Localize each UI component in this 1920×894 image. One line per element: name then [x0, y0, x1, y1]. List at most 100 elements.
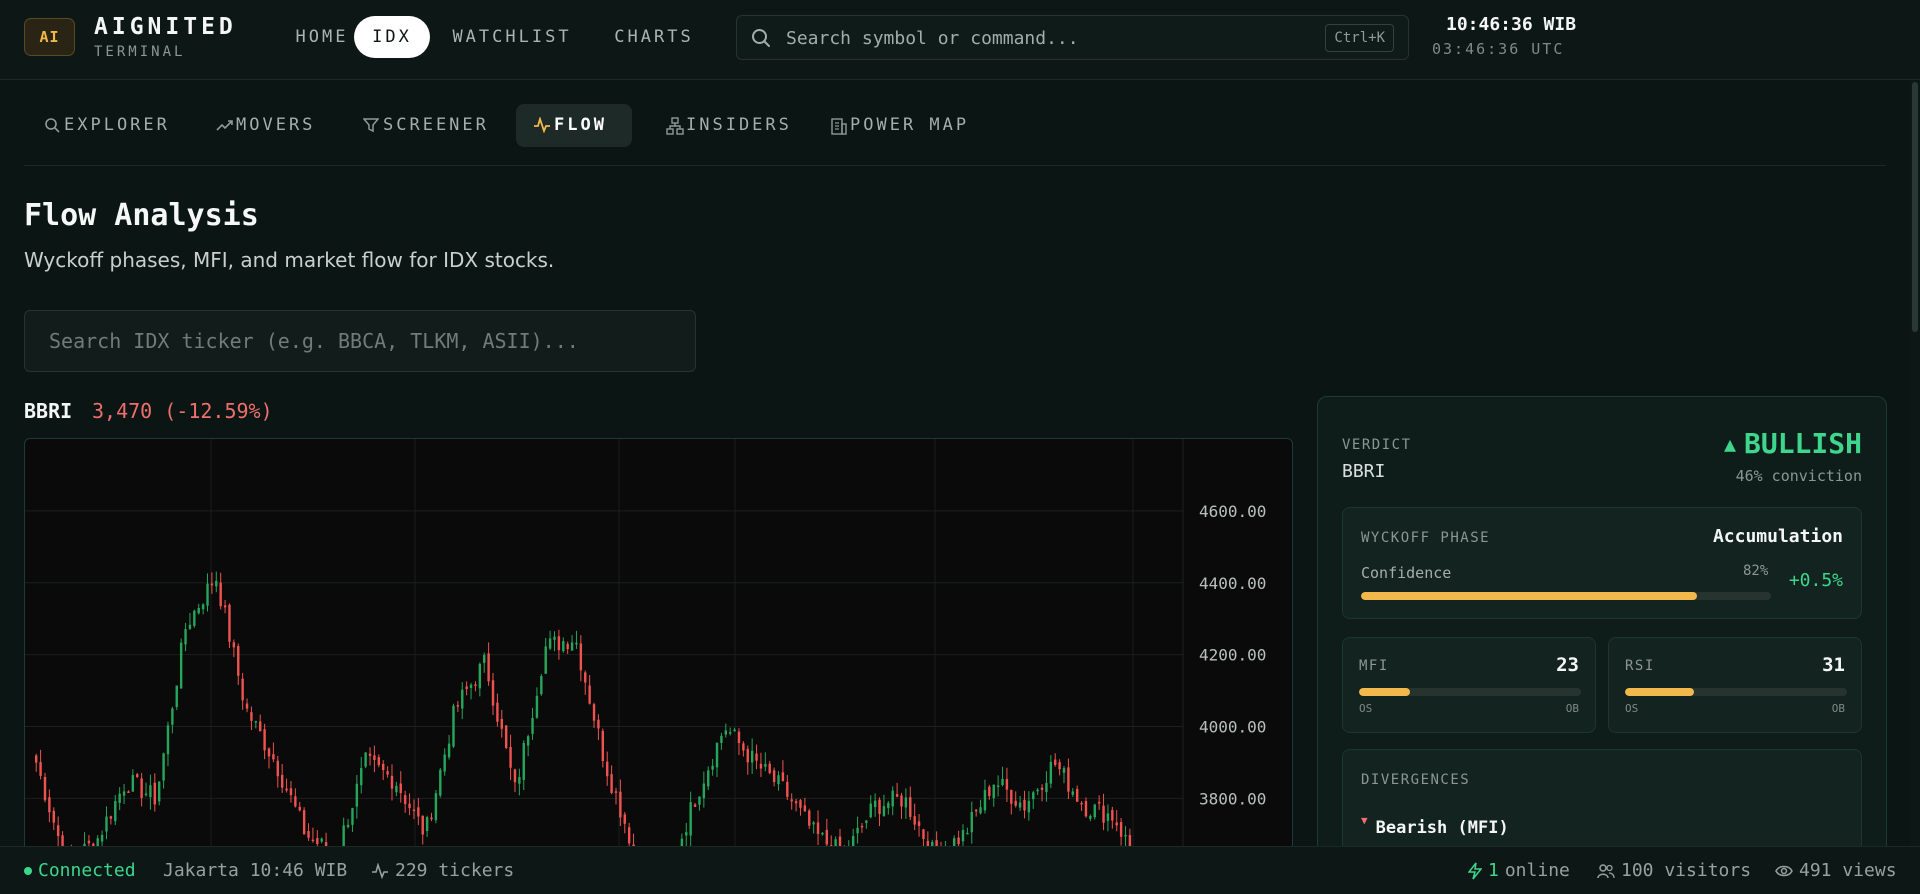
- scrollbar-thumb[interactable]: [1912, 82, 1918, 332]
- candle-body: [909, 797, 912, 817]
- candle-body: [772, 770, 776, 782]
- candle-body: [434, 793, 438, 821]
- tab-screener[interactable]: SCREENER: [363, 104, 503, 147]
- tab-insiders[interactable]: INSIDERS: [666, 104, 796, 147]
- candle-body: [153, 782, 157, 805]
- y-tick-label: 3800.00: [1199, 789, 1266, 808]
- candle-body: [1023, 799, 1026, 811]
- tab-explorer[interactable]: EXPLORER: [44, 104, 184, 147]
- mfi-low-label: OS: [1359, 702, 1373, 715]
- candle-body: [759, 763, 763, 769]
- candle-body: [219, 582, 222, 607]
- candle-body: [316, 838, 319, 845]
- tab-power-map[interactable]: POWER MAP: [830, 104, 980, 147]
- candle-body: [360, 768, 363, 786]
- candle-body: [447, 743, 451, 758]
- candle-body: [966, 832, 969, 835]
- candle-body: [298, 806, 301, 811]
- view-count-text: 491 views: [1799, 860, 1897, 881]
- candle-body: [996, 785, 1000, 787]
- visitor-count: 100 visitors: [1597, 860, 1751, 881]
- candle-body: [1049, 761, 1053, 784]
- candle-body: [276, 760, 279, 777]
- candle-body: [390, 775, 394, 789]
- candle-body: [1084, 801, 1088, 817]
- online-count-label: online: [1504, 860, 1570, 881]
- logo-title[interactable]: AIGNITED: [94, 14, 237, 40]
- candle-body: [821, 832, 824, 835]
- nav-watchlist[interactable]: WATCHLIST: [452, 16, 572, 58]
- candle-body: [408, 803, 411, 809]
- candle-body: [311, 839, 315, 842]
- candle-body: [223, 605, 227, 608]
- candle-body: [1010, 789, 1013, 804]
- candle-body: [417, 807, 420, 817]
- candle-body: [610, 774, 613, 793]
- candle-body: [540, 676, 543, 695]
- candle-body: [1032, 792, 1035, 800]
- candle-body: [518, 777, 521, 784]
- candle-body: [250, 712, 253, 721]
- candle-body: [606, 761, 609, 777]
- candle-body: [504, 725, 508, 748]
- candle-body: [1054, 759, 1057, 766]
- candle-body: [215, 580, 218, 587]
- candlestick-chart[interactable]: 4600.004400.004200.004000.003800.003600.…: [25, 439, 1293, 894]
- candle-body: [443, 754, 446, 772]
- mfi-label: MFI: [1359, 658, 1389, 674]
- candle-body: [1036, 789, 1039, 792]
- candle-body: [1075, 788, 1079, 802]
- candle-body: [162, 753, 165, 781]
- candle-body: [1027, 800, 1031, 813]
- confidence-value: 82%: [1743, 563, 1769, 579]
- candle-body: [794, 801, 798, 804]
- candle-body: [1119, 822, 1123, 837]
- trending-up-icon: [216, 120, 233, 131]
- candle-body: [614, 791, 618, 793]
- candle-body: [970, 811, 973, 833]
- page-scrollbar[interactable]: [1910, 80, 1920, 846]
- verdict-symbol: BBRI: [1342, 461, 1386, 482]
- nav-charts[interactable]: CHARTS: [612, 16, 696, 58]
- candle-body: [860, 825, 864, 828]
- rsi-label: RSI: [1625, 658, 1655, 674]
- candle-body: [166, 725, 170, 755]
- y-tick-label: 4000.00: [1199, 718, 1266, 737]
- candle-body: [118, 793, 121, 803]
- nav-idx[interactable]: IDX: [354, 16, 430, 58]
- candle-body: [957, 837, 960, 845]
- candle-body: [557, 636, 561, 651]
- tab-flow[interactable]: FLOW: [516, 104, 632, 147]
- logo-badge[interactable]: AI: [24, 18, 75, 56]
- candle-body: [513, 769, 517, 783]
- candle-body: [1093, 804, 1096, 818]
- ticker-search-input[interactable]: [24, 310, 696, 372]
- nav-home[interactable]: HOME: [278, 16, 366, 58]
- candle-body: [465, 686, 468, 689]
- candle-body: [702, 783, 706, 799]
- clock-local: 10:46:36 WIB: [1446, 14, 1577, 35]
- mfi-card: MFI 23 OS OB: [1342, 637, 1596, 733]
- price-chart[interactable]: 4600.004400.004200.004000.003800.003600.…: [24, 438, 1293, 894]
- candle-body: [922, 829, 925, 839]
- candle-body: [777, 775, 780, 785]
- rsi-low-label: OS: [1625, 702, 1639, 715]
- candle-body: [711, 765, 714, 770]
- command-search[interactable]: Search symbol or command... Ctrl+K: [736, 15, 1409, 60]
- candle-body: [961, 830, 965, 842]
- tab-insiders-label: INSIDERS: [686, 115, 792, 135]
- divergence-item: ▼ Bearish (MFI): [1361, 812, 1509, 838]
- candle-body: [1124, 834, 1127, 837]
- tab-movers[interactable]: MOVERS: [216, 104, 336, 147]
- candle-body: [157, 781, 161, 802]
- candle-body: [1097, 801, 1101, 804]
- page-subtitle: Wyckoff phases, MFI, and market flow for…: [24, 248, 555, 272]
- candle-body: [193, 610, 196, 626]
- candle-body: [895, 794, 899, 797]
- candle-body: [579, 643, 583, 671]
- candle-body: [786, 781, 789, 797]
- candle-body: [1080, 802, 1083, 805]
- candle-body: [373, 755, 376, 761]
- tab-flow-label: FLOW: [554, 115, 607, 135]
- candle-body: [588, 685, 591, 704]
